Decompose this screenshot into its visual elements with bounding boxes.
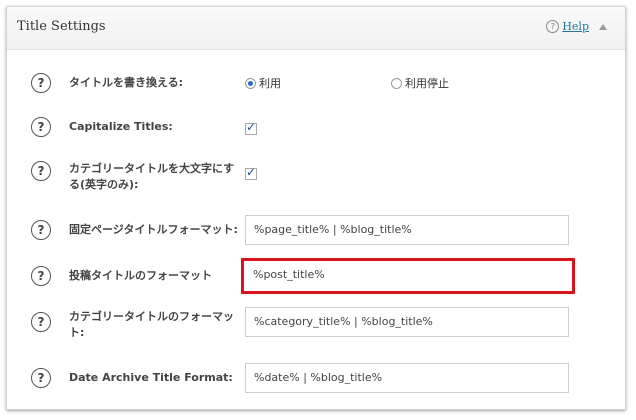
setting-row-capitalize-category: ? カテゴリータイトルを大文字にす る(英字のみ): ✓ — [7, 157, 625, 201]
date-archive-title-format-input[interactable]: %date% | %blog_title% — [245, 363, 569, 393]
capitalize-titles-checkbox[interactable]: ✓ — [245, 120, 257, 135]
setting-row-capitalize-titles: ? Capitalize Titles: ✓ — [7, 113, 625, 141]
page-title-format-input[interactable]: %page_title% | %blog_title% — [245, 215, 569, 245]
setting-label: 固定ページタイトルフォーマット: — [69, 223, 238, 236]
question-icon[interactable]: ? — [31, 220, 51, 240]
setting-row-rewrite-titles: ? タイトルを書き換える: 利用 利用停止 — [7, 69, 625, 97]
setting-row-date-archive-title-format: ? Date Archive Title Format: %date% | %b… — [7, 361, 625, 395]
setting-label: タイトルを書き換える: — [69, 76, 184, 89]
help-link[interactable]: Help — [562, 20, 589, 33]
help-control[interactable]: ? Help — [546, 20, 607, 33]
setting-label: Date Archive Title Format: — [69, 371, 233, 384]
setting-label: 投稿タイトルのフォーマット — [69, 269, 212, 282]
radio-enable[interactable] — [245, 78, 256, 89]
setting-label-line1: カテゴリータイトルを大文字にす — [69, 162, 235, 175]
radio-enable-label: 利用 — [259, 77, 281, 90]
triangle-up-icon[interactable] — [599, 23, 607, 30]
highlight-box — [241, 258, 575, 294]
radio-disable-label: 利用停止 — [405, 77, 449, 90]
checkmark-icon: ✓ — [246, 120, 257, 134]
capitalize-category-checkbox[interactable]: ✓ — [245, 165, 257, 180]
question-icon[interactable]: ? — [546, 20, 560, 33]
panel-title: Title Settings — [17, 19, 106, 34]
question-icon[interactable]: ? — [31, 73, 51, 93]
question-icon[interactable]: ? — [31, 368, 51, 388]
question-icon[interactable]: ? — [31, 266, 51, 286]
panel-header[interactable]: Title Settings ? Help — [7, 7, 625, 50]
setting-row-post-title-format: ? 投稿タイトルのフォーマット %post_title% — [7, 257, 625, 295]
question-icon[interactable]: ? — [31, 161, 51, 181]
setting-label-line1: カテゴリータイトルのフォーマッ — [69, 310, 234, 323]
radio-disable[interactable] — [391, 78, 402, 89]
question-icon[interactable]: ? — [31, 117, 51, 137]
setting-row-category-title-format: ? カテゴリータイトルのフォーマッ ト: %category_title% | … — [7, 303, 625, 345]
checkmark-icon: ✓ — [246, 165, 257, 179]
category-title-format-input[interactable]: %category_title% | %blog_title% — [245, 307, 569, 337]
setting-label-line2: ト: — [69, 326, 85, 339]
setting-label: Capitalize Titles: — [69, 120, 173, 133]
question-icon[interactable]: ? — [31, 312, 51, 332]
title-settings-panel: Title Settings ? Help ? タイトルを書き換える: 利用 利… — [6, 6, 626, 410]
setting-label-line2: る(英字のみ): — [69, 178, 139, 191]
setting-row-page-title-format: ? 固定ページタイトルフォーマット: %page_title% | %blog_… — [7, 213, 625, 247]
